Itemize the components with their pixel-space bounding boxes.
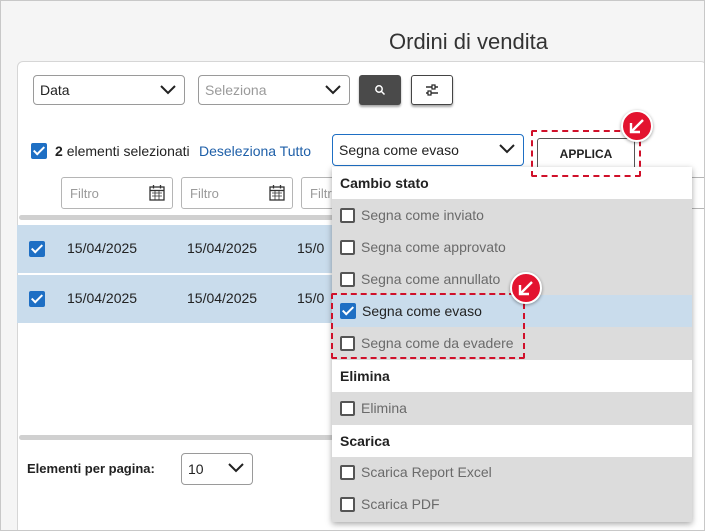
option-checkbox (340, 207, 355, 223)
field-select[interactable]: Seleziona (198, 75, 350, 105)
date-select[interactable]: Data (33, 75, 185, 105)
calendar-icon[interactable] (268, 184, 286, 202)
chevron-down-icon (160, 85, 176, 95)
search-button[interactable] (359, 75, 401, 105)
option-checkbox (340, 464, 355, 480)
horizontal-scrollbar[interactable] (19, 215, 334, 220)
arrow-badge-icon (510, 272, 542, 304)
option-checkbox (340, 239, 355, 255)
dropdown-group-delete: Elimina (332, 360, 692, 392)
calendar-icon[interactable] (148, 184, 166, 202)
row-checkbox[interactable] (29, 291, 45, 307)
filter-input-1[interactable]: Filtro (61, 177, 173, 209)
option-label: Scarica PDF (361, 496, 440, 512)
row-date-1: 15/04/2025 (67, 240, 138, 256)
field-select-placeholder: Seleziona (205, 82, 267, 98)
option-checkbox (340, 496, 355, 512)
option-mark-approved[interactable]: Segna come approvato (332, 231, 692, 263)
option-download-excel[interactable]: Scarica Report Excel (332, 456, 692, 488)
per-page-value: 10 (188, 461, 204, 477)
highlight-fulfilled-option (331, 293, 525, 359)
filter-placeholder: Filtro (70, 185, 99, 201)
option-checkbox (340, 400, 355, 416)
date-select-value: Data (40, 82, 70, 98)
row-date-1: 15/04/2025 (67, 290, 138, 306)
row-date-3: 15/0 (297, 240, 325, 256)
selection-count-number: 2 (55, 143, 63, 159)
option-mark-sent[interactable]: Segna come inviato (332, 199, 692, 231)
select-all-checkbox[interactable] (31, 143, 47, 159)
chevron-down-icon (228, 463, 244, 473)
chevron-down-icon (325, 85, 341, 95)
filter-input-2[interactable]: Filtro (181, 177, 293, 209)
app-frame: Ordini di vendita Data Seleziona 2 eleme… (0, 0, 705, 531)
arrow-down-left-icon (518, 281, 533, 296)
selection-count: 2 elementi selezionati (55, 143, 190, 159)
table-row[interactable]: 15/04/2025 15/04/2025 15/0 (17, 225, 332, 273)
option-label: Scarica Report Excel (361, 464, 492, 480)
bottom-scrollbar[interactable] (19, 435, 334, 440)
page-title: Ordini di vendita (389, 29, 548, 54)
arrow-badge-icon (621, 110, 653, 142)
sliders-icon (426, 84, 438, 96)
bulk-action-select[interactable]: Segna come evaso (332, 134, 524, 166)
option-checkbox (340, 271, 355, 287)
deselect-all-link[interactable]: Deseleziona Tutto (199, 143, 311, 159)
chevron-down-icon (499, 144, 515, 154)
dropdown-group-download: Scarica (332, 425, 692, 457)
per-page-select[interactable]: 10 (181, 453, 253, 485)
option-label: Elimina (361, 400, 407, 416)
search-icon (375, 85, 386, 96)
bulk-action-value: Segna come evaso (339, 142, 459, 158)
table-row[interactable]: 15/04/2025 15/04/2025 15/0 (17, 275, 332, 323)
option-download-pdf[interactable]: Scarica PDF (332, 488, 692, 520)
arrow-down-left-icon (629, 119, 644, 134)
row-date-3: 15/0 (297, 290, 325, 306)
filter-settings-button[interactable] (411, 75, 453, 105)
selection-count-label: elementi selezionati (66, 143, 190, 159)
row-checkbox[interactable] (29, 241, 45, 257)
row-date-2: 15/04/2025 (187, 240, 258, 256)
row-date-2: 15/04/2025 (187, 290, 258, 306)
option-label: Segna come inviato (361, 207, 484, 223)
filter-placeholder: Filtro (190, 185, 219, 201)
option-label: Segna come annullato (361, 271, 501, 287)
per-page-label: Elementi per pagina: (27, 461, 155, 476)
option-delete[interactable]: Elimina (332, 392, 692, 424)
option-label: Segna come approvato (361, 239, 506, 255)
